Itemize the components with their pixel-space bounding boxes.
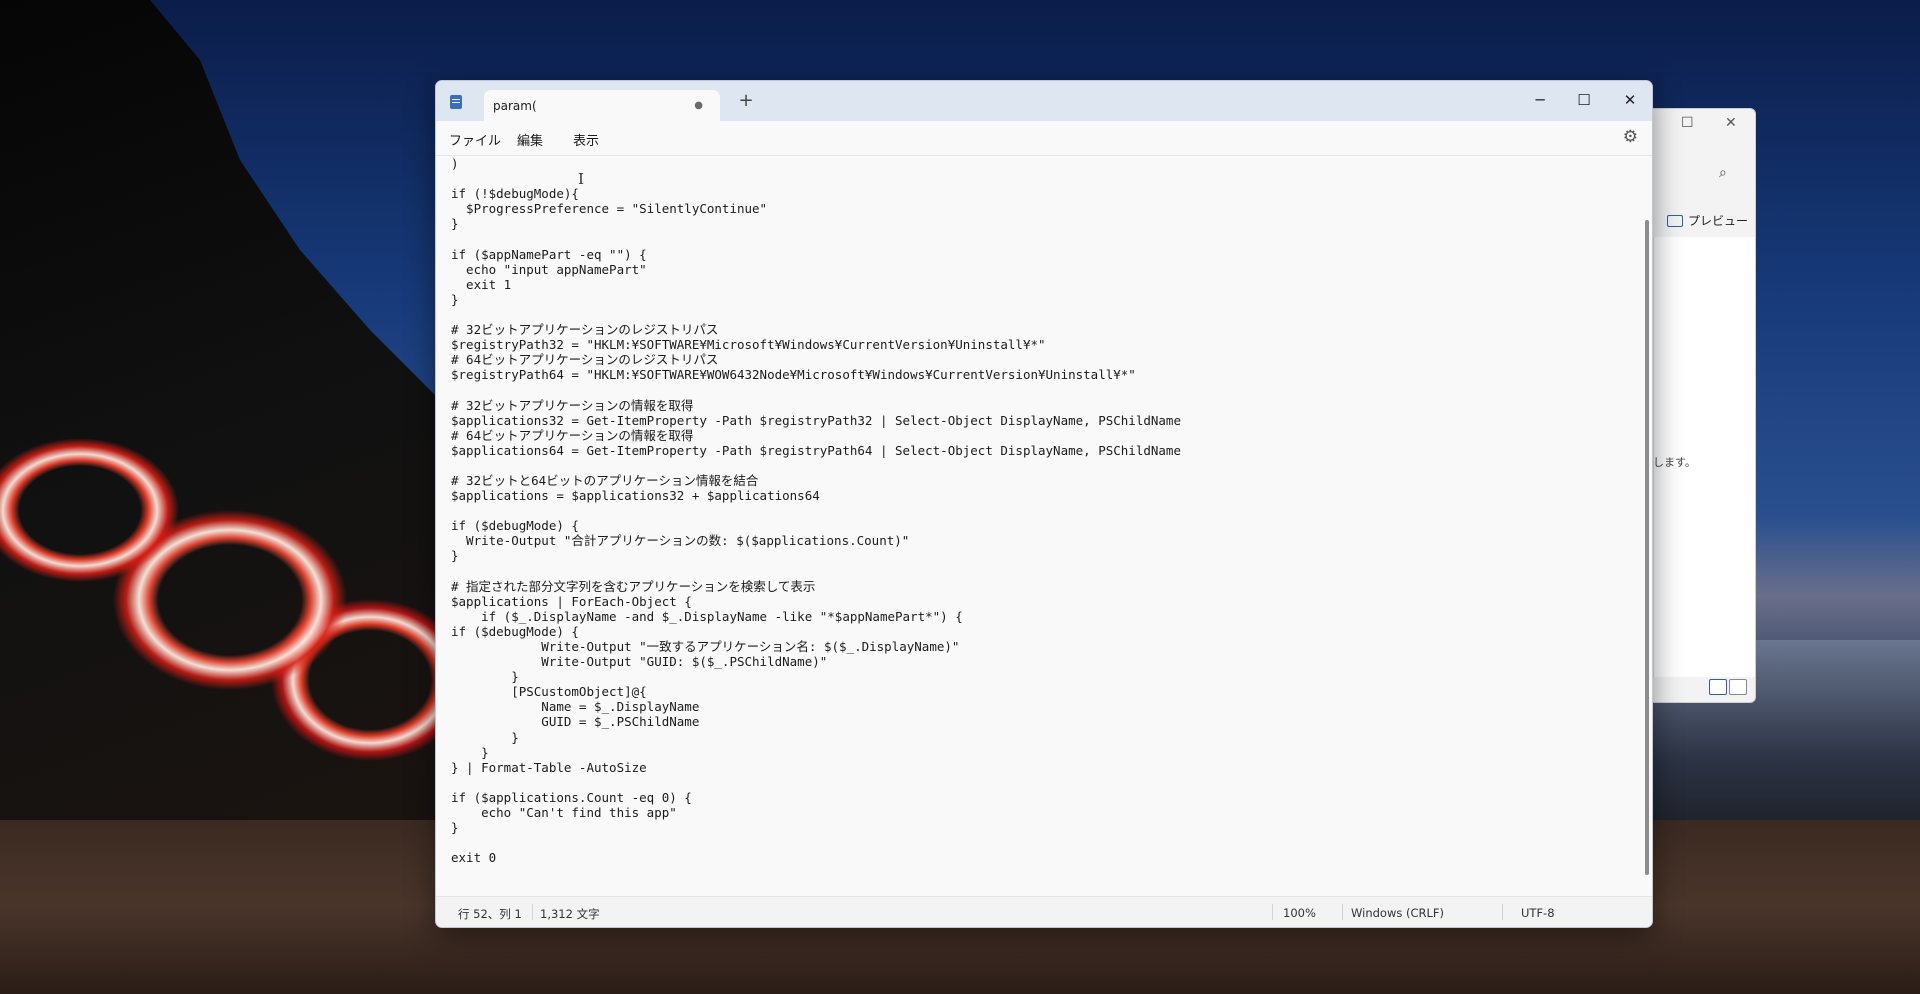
gear-icon[interactable]: ⚙ — [1623, 127, 1638, 147]
status-encoding[interactable]: UTF-8 — [1521, 906, 1555, 920]
status-bar: 行 52、列 1 1,312 文字 100% Windows (CRLF) UT… — [436, 896, 1652, 927]
notepad-app-icon — [450, 95, 462, 109]
title-bar[interactable]: param( ● + ─ ☐ ✕ — [436, 81, 1652, 121]
background-light-trails — [0, 400, 440, 820]
menu-file[interactable]: ファイル — [449, 130, 501, 149]
status-divider — [1272, 904, 1273, 920]
bg-maximize-icon[interactable]: ☐ — [1681, 115, 1694, 131]
details-view-icon[interactable] — [1709, 679, 1727, 695]
large-icons-view-icon[interactable] — [1729, 679, 1747, 695]
bg-message-text: します。 — [1653, 456, 1696, 469]
text-cursor-icon: I — [578, 170, 584, 188]
preview-label: プレビュー — [1688, 214, 1749, 228]
maximize-icon[interactable]: ☐ — [1564, 87, 1604, 113]
preview-pane-icon — [1667, 214, 1683, 227]
preview-button[interactable]: プレビュー — [1667, 212, 1748, 229]
text-editor[interactable]: ) if (!$debugMode){ $ProgressPreference … — [436, 155, 1652, 897]
close-icon[interactable]: ✕ — [1610, 87, 1650, 113]
menu-view[interactable]: 表示 — [573, 130, 599, 149]
minimize-icon[interactable]: ─ — [1520, 87, 1560, 113]
tab-param[interactable]: param( ● — [484, 90, 720, 121]
menu-edit[interactable]: 編集 — [517, 130, 543, 149]
status-zoom[interactable]: 100% — [1283, 906, 1316, 920]
status-divider — [532, 904, 533, 920]
status-char-count: 1,312 文字 — [540, 907, 600, 921]
status-position: 行 52、列 1 — [458, 907, 522, 921]
unsaved-dot-icon[interactable]: ● — [694, 100, 703, 111]
status-divider — [1342, 904, 1343, 920]
notepad-window[interactable]: param( ● + ─ ☐ ✕ ファイル 編集 表示 ⚙ ) if (!$de… — [435, 80, 1653, 928]
search-icon[interactable]: ⌕ — [1719, 165, 1727, 181]
menu-bar: ファイル 編集 表示 ⚙ — [436, 121, 1652, 155]
vertical-scrollbar[interactable] — [1645, 220, 1649, 875]
editor-text[interactable]: ) if (!$debugMode){ $ProgressPreference … — [451, 156, 1181, 865]
bg-close-icon[interactable]: ✕ — [1725, 115, 1737, 131]
status-divider — [1502, 904, 1503, 920]
new-tab-button[interactable]: + — [734, 90, 758, 111]
tab-title: param( — [493, 98, 537, 113]
status-line-ending[interactable]: Windows (CRLF) — [1351, 906, 1444, 920]
